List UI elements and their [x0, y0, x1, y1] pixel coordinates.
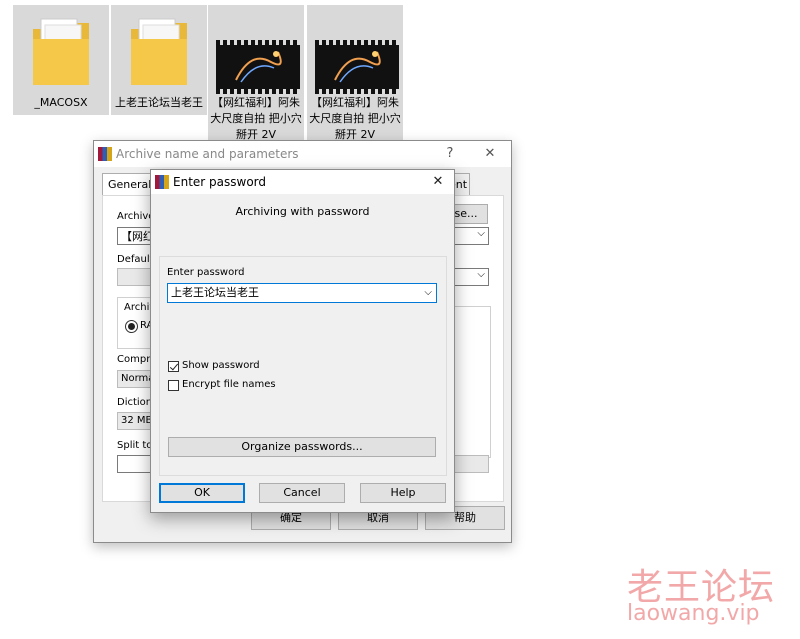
ok-button[interactable]: OK — [159, 483, 245, 503]
watermark-url: laowang.vip — [627, 601, 760, 626]
show-password-label: Show password — [182, 360, 260, 371]
chevron-down-icon: ⌵ — [477, 269, 485, 280]
password-input[interactable]: 上老王论坛当老王 ⌵ — [167, 283, 437, 303]
cancel-button[interactable]: Cancel — [259, 483, 345, 503]
encrypt-file-names-label: Encrypt file names — [182, 379, 276, 390]
dialog-title: Enter password — [173, 175, 266, 189]
split-label: Split to — [117, 440, 153, 451]
video-thumbnail-icon — [216, 40, 300, 94]
winrar-icon — [98, 147, 112, 161]
enter-password-label: Enter password — [167, 267, 245, 278]
close-button[interactable]: ✕ — [426, 172, 450, 192]
file-tile-video-2[interactable]: 【网红福利】阿朱大尺度自拍 把小穴掰开 2V — [307, 5, 403, 141]
titlebar: Archive name and parameters ? ✕ — [94, 141, 511, 167]
chevron-down-icon[interactable]: ⌵ — [424, 284, 432, 302]
file-tile-video-1[interactable]: 【网红福利】阿朱大尺度自拍 把小穴掰开 2V — [208, 5, 304, 141]
video-thumbnail-icon — [315, 40, 399, 94]
organize-passwords-button[interactable]: Organize passwords... — [168, 437, 436, 457]
tab-general[interactable]: General — [102, 173, 156, 196]
dialog-title: Archive name and parameters — [116, 147, 299, 161]
encrypt-file-names-checkbox[interactable] — [168, 380, 179, 391]
password-value: 上老王论坛当老王 — [171, 286, 259, 299]
tab-label: General — [108, 178, 152, 191]
rar-radio[interactable] — [125, 320, 138, 333]
file-tile-folder[interactable]: 上老王论坛当老王 — [111, 5, 207, 115]
titlebar: Enter password ✕ — [151, 170, 454, 194]
help-title-button[interactable]: ? — [438, 144, 462, 164]
folder-icon — [129, 15, 189, 90]
enter-password-dialog: Enter password ✕ Archiving with password… — [150, 169, 455, 513]
file-name: 上老王论坛当老王 — [115, 96, 203, 109]
default-label: Default — [117, 254, 154, 265]
show-password-checkbox[interactable] — [168, 361, 179, 372]
folder-icon — [31, 15, 91, 90]
file-name: 【网红福利】阿朱大尺度自拍 把小穴掰开 2V — [210, 96, 302, 141]
dialog-subtitle: Archiving with password — [235, 205, 370, 218]
archive-name-label: Archive — [117, 211, 155, 222]
help-button[interactable]: Help — [360, 483, 446, 503]
file-name: 【网红福利】阿朱大尺度自拍 把小穴掰开 2V — [309, 96, 401, 141]
chevron-down-icon: ⌵ — [477, 228, 485, 239]
close-button[interactable]: ✕ — [478, 144, 502, 164]
winrar-icon — [155, 175, 169, 189]
file-tile-macosx[interactable]: _MACOSX — [13, 5, 109, 115]
file-name: _MACOSX — [34, 96, 88, 109]
